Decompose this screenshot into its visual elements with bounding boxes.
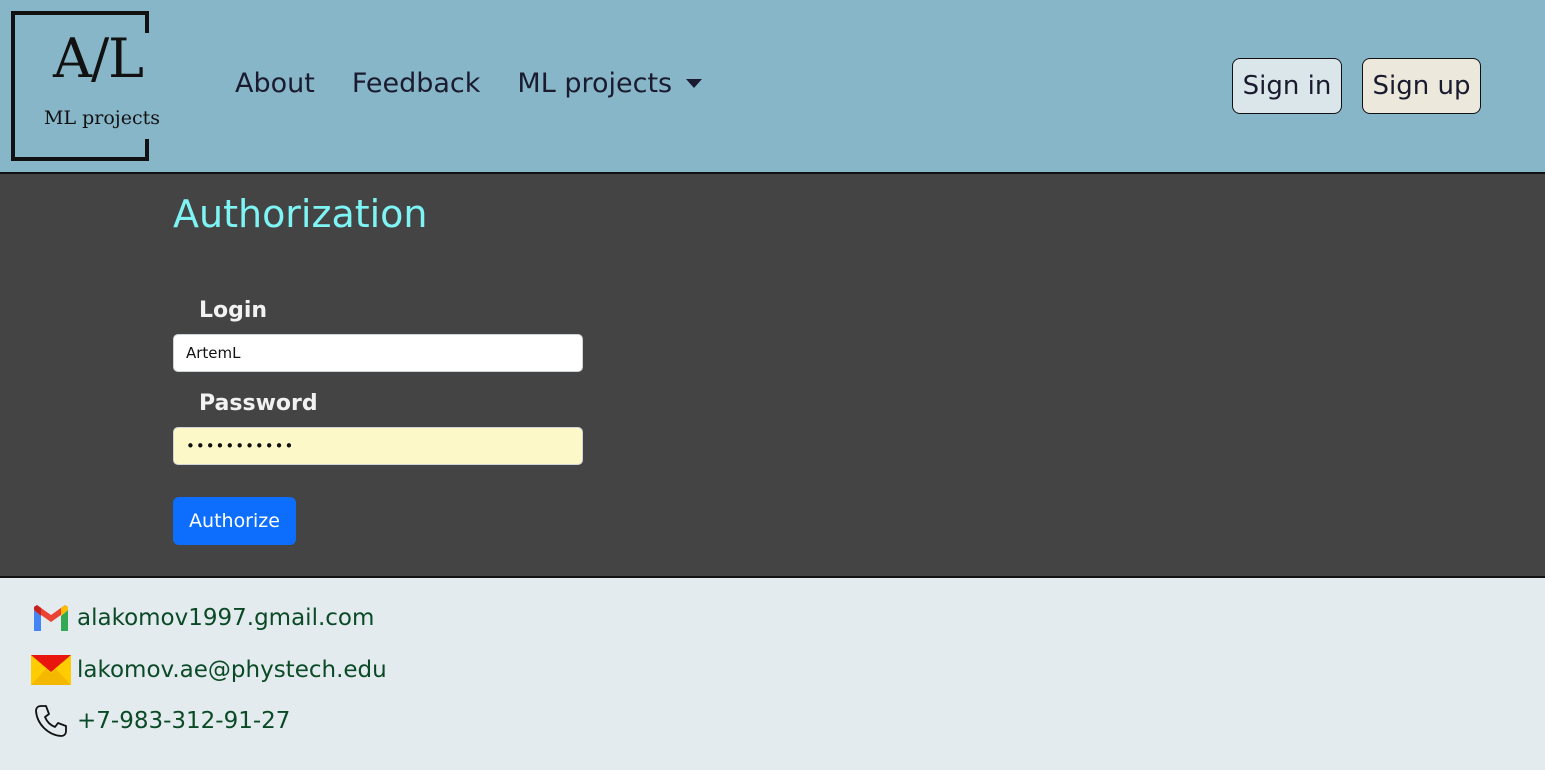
contact-gmail: alakomov1997.gmail.com xyxy=(31,602,374,634)
authorize-button[interactable]: Authorize xyxy=(173,497,296,545)
contact-email: lakomov.ae@phystech.edu xyxy=(31,654,387,686)
contact-phone-link[interactable]: +7-983-312-91-27 xyxy=(77,708,290,734)
site-logo[interactable]: A/L ML projects xyxy=(11,11,160,161)
nav-feedback[interactable]: Feedback xyxy=(352,68,481,99)
nav-ml-projects-label: ML projects xyxy=(517,68,673,99)
mail-envelope-icon xyxy=(31,654,71,686)
password-input[interactable] xyxy=(173,427,583,465)
sign-up-button[interactable]: Sign up xyxy=(1362,58,1481,114)
nav-ml-projects-dropdown[interactable]: ML projects xyxy=(517,68,703,99)
contact-phone: +7-983-312-91-27 xyxy=(31,705,290,737)
nav-about[interactable]: About xyxy=(235,68,315,99)
site-footer: alakomov1997.gmail.com lakomov.ae@physte… xyxy=(0,578,1545,770)
chevron-down-icon xyxy=(686,79,703,88)
logo-subtitle: ML projects xyxy=(44,107,160,129)
auth-section: Authorization Login Password Authorize xyxy=(0,174,1545,578)
main-nav: About Feedback ML projects xyxy=(235,68,739,99)
gmail-icon xyxy=(31,602,71,634)
contact-email-link[interactable]: lakomov.ae@phystech.edu xyxy=(77,657,387,683)
sign-in-button[interactable]: Sign in xyxy=(1232,58,1342,114)
site-header: A/L ML projects About Feedback ML projec… xyxy=(0,0,1545,174)
password-label: Password xyxy=(199,391,318,416)
contact-gmail-link[interactable]: alakomov1997.gmail.com xyxy=(77,605,374,631)
login-label: Login xyxy=(199,298,268,323)
logo-monogram: A/L xyxy=(52,27,144,90)
phone-icon xyxy=(31,705,71,737)
page-title: Authorization xyxy=(173,192,428,236)
login-input[interactable] xyxy=(173,334,583,372)
